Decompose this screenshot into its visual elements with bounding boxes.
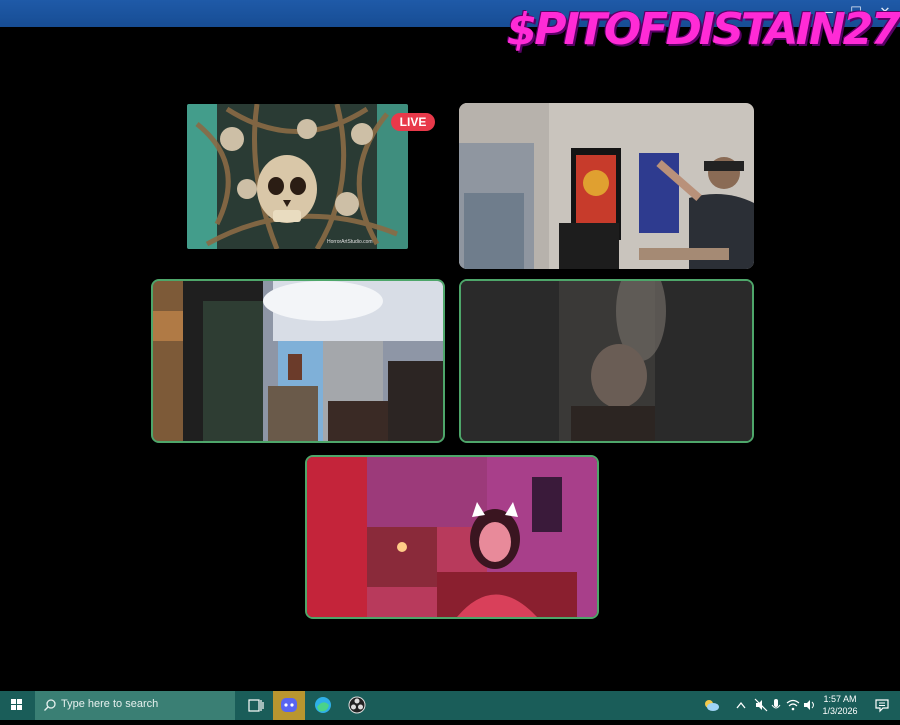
clock-time: 1:57 AM (823, 694, 857, 704)
discord-taskbar-button[interactable] (273, 691, 305, 720)
network-tray[interactable] (786, 697, 800, 713)
search-icon (44, 699, 56, 711)
taskbar: Type here to search 1:57 AM 1/3/2026 (0, 691, 900, 720)
taskbar-search-box[interactable]: Type here to search (35, 691, 235, 720)
skull-artwork: HorrorArtStudio.com (187, 104, 408, 249)
video-tile-dark-room[interactable] (151, 279, 445, 443)
notification-center-button[interactable] (874, 697, 890, 713)
video-tile-skull[interactable]: HorrorArtStudio.com (187, 104, 408, 249)
wifi-icon (786, 699, 800, 711)
discord-icon (281, 698, 297, 712)
participant-video (461, 281, 752, 441)
start-button[interactable] (0, 691, 34, 720)
live-badge: LIVE (391, 113, 435, 131)
edge-icon (315, 697, 331, 713)
volume-tray[interactable] (803, 697, 817, 713)
video-tile-bearded-man[interactable] (459, 103, 754, 269)
search-placeholder: Type here to search (61, 698, 159, 710)
edge-taskbar-button[interactable] (307, 691, 339, 720)
participant-video (459, 103, 754, 269)
video-tile-low-light[interactable] (459, 279, 754, 443)
streamer-name-overlay: $PITOFDISTAIN27 (506, 4, 900, 55)
video-tile-cat-ears[interactable] (305, 455, 599, 619)
weather-icon (705, 700, 719, 711)
participant-video (153, 281, 443, 441)
microphone-icon (771, 699, 781, 709)
speaker-muted-icon (754, 698, 768, 712)
watermark-text: HorrorArtStudio.com (327, 239, 373, 245)
muted-speaker-tray[interactable] (754, 697, 768, 713)
weather-tray-item[interactable] (702, 697, 720, 713)
windows-logo-icon (11, 699, 22, 710)
chevron-up-icon (736, 701, 746, 709)
task-view-button[interactable] (240, 691, 272, 720)
task-view-icon (248, 699, 264, 712)
volume-icon (804, 700, 814, 710)
notification-icon (875, 699, 889, 713)
obs-taskbar-button[interactable] (341, 691, 373, 720)
obs-icon (348, 696, 366, 714)
participant-video (307, 457, 597, 617)
show-hidden-icons-button[interactable] (736, 697, 746, 713)
clock-date: 1/3/2026 (822, 706, 858, 716)
microphone-tray[interactable] (771, 697, 781, 713)
taskbar-clock[interactable]: 1:57 AM 1/3/2026 (820, 693, 860, 717)
